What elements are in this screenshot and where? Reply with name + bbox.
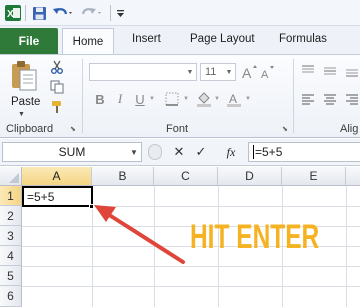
- hit-enter-annotation: HIT ENTER: [190, 218, 320, 256]
- annotation-arrow: [94, 205, 185, 264]
